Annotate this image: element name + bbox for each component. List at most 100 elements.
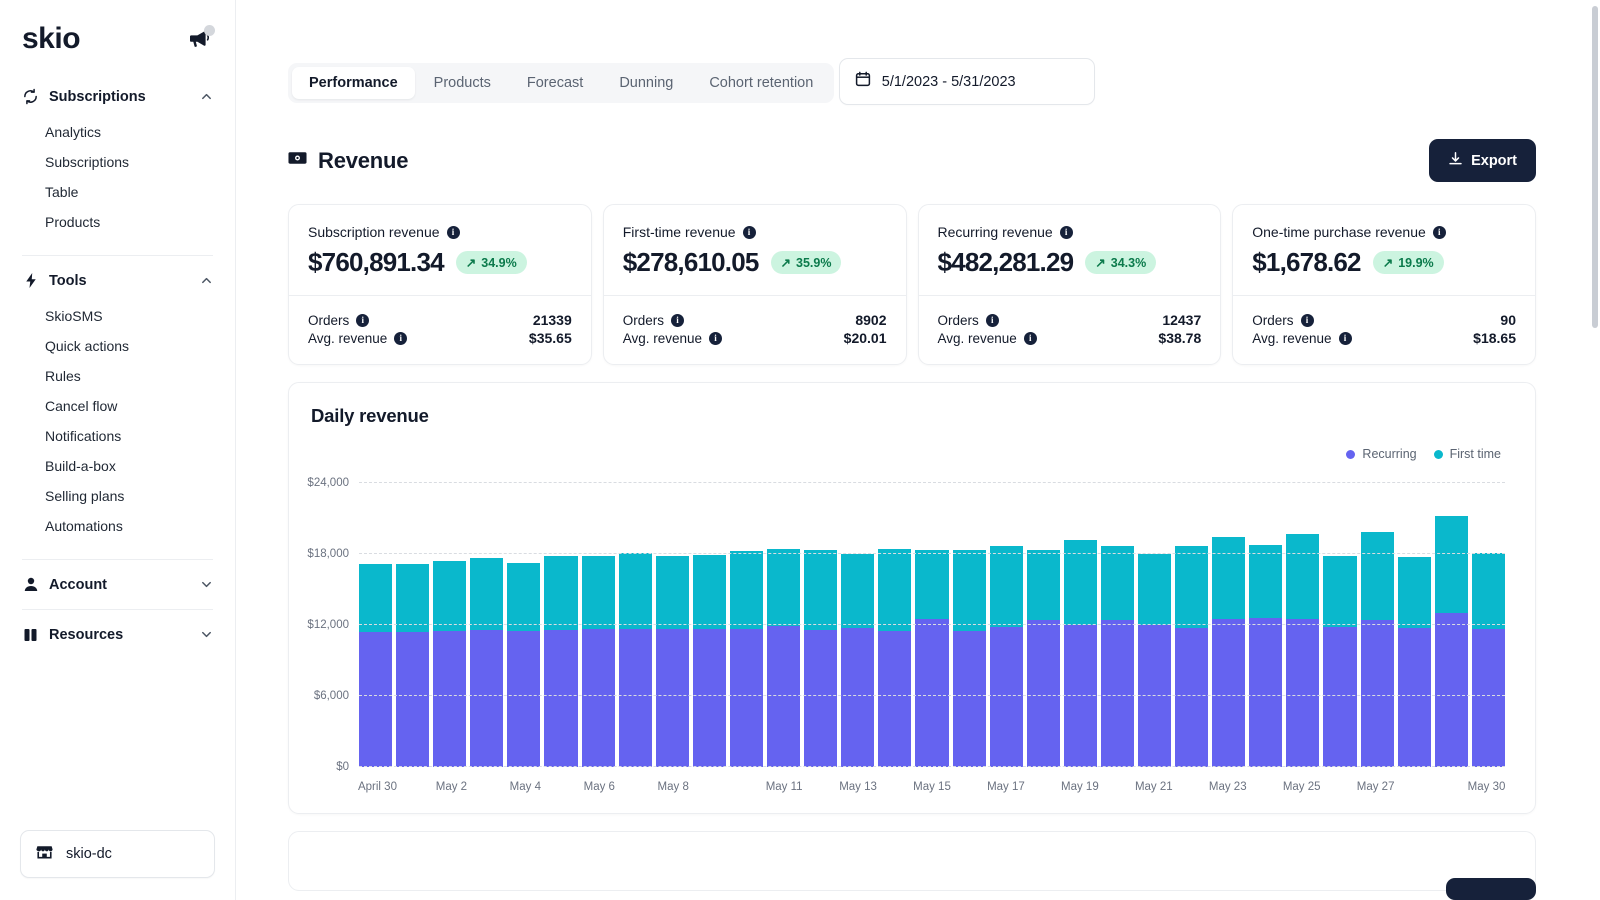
chart-bar[interactable] xyxy=(1323,483,1356,767)
card-orders-left: Orders i xyxy=(308,313,369,328)
page-scrollbar[interactable] xyxy=(1589,0,1600,900)
chart-bar[interactable] xyxy=(878,483,911,767)
sidebar-item-products[interactable]: Products xyxy=(18,207,217,237)
chart-bar-segment-first-time xyxy=(1027,550,1060,621)
card-label-row: Subscription revenue i xyxy=(308,224,572,240)
sidebar-item-quick-actions[interactable]: Quick actions xyxy=(18,331,217,361)
chart-bar-segment-recurring xyxy=(841,628,874,767)
sidebar-item-selling-plans[interactable]: Selling plans xyxy=(18,481,217,511)
app-root: skio Subscript xyxy=(0,0,1600,900)
info-icon[interactable]: i xyxy=(1024,332,1037,345)
chart-gridline xyxy=(359,553,1505,554)
legend-item-recurring[interactable]: Recurring xyxy=(1346,447,1416,461)
info-icon[interactable]: i xyxy=(1433,226,1446,239)
chart-x-tick-label: May 6 xyxy=(584,781,615,793)
tab-cohort-retention[interactable]: Cohort retention xyxy=(692,67,830,99)
card-avg-left: Avg. revenue i xyxy=(938,331,1037,346)
sidebar-item-notifications[interactable]: Notifications xyxy=(18,421,217,451)
tab-performance[interactable]: Performance xyxy=(292,67,415,99)
status-badge: ↗ 35.9% xyxy=(771,251,842,274)
chart-bar[interactable] xyxy=(1435,483,1468,767)
sidebar-item-rules[interactable]: Rules xyxy=(18,361,217,391)
chart-bar[interactable] xyxy=(1286,483,1319,767)
sidebar-item-automations[interactable]: Automations xyxy=(18,511,217,541)
tab-forecast[interactable]: Forecast xyxy=(510,67,600,99)
card-value-row: $482,281.29 ↗ 34.3% xyxy=(938,247,1202,278)
chart-bar[interactable] xyxy=(470,483,503,767)
chart-bar[interactable] xyxy=(433,483,466,767)
chart-bar[interactable] xyxy=(730,483,763,767)
tab-dunning[interactable]: Dunning xyxy=(602,67,690,99)
store-selector[interactable]: skio-dc xyxy=(20,830,215,878)
chart-bar[interactable] xyxy=(1101,483,1134,767)
chart-bar[interactable] xyxy=(1138,483,1171,767)
info-icon[interactable]: i xyxy=(356,314,369,327)
sidebar-group-header-tools[interactable]: Tools xyxy=(18,264,217,297)
sidebar-group-subscriptions: Subscriptions Analytics Subscriptions Ta… xyxy=(0,80,235,247)
page-scrollbar-thumb[interactable] xyxy=(1592,6,1598,328)
chart-bar[interactable] xyxy=(990,483,1023,767)
chart-bar[interactable] xyxy=(915,483,948,767)
chart-bar[interactable] xyxy=(359,483,392,767)
sidebar-item-table[interactable]: Table xyxy=(18,177,217,207)
chart-bar[interactable] xyxy=(1027,483,1060,767)
chart-bar[interactable] xyxy=(767,483,800,767)
chart-bar[interactable] xyxy=(1361,483,1394,767)
export-button[interactable]: Export xyxy=(1429,139,1536,182)
sidebar-item-analytics[interactable]: Analytics xyxy=(18,117,217,147)
sidebar-group-header-resources[interactable]: Resources xyxy=(18,618,217,651)
legend-item-first-time[interactable]: First time xyxy=(1434,447,1501,461)
megaphone-icon[interactable] xyxy=(187,28,213,50)
chart-bar[interactable] xyxy=(1064,483,1097,767)
chart-bar[interactable] xyxy=(544,483,577,767)
sidebar-group-label: Subscriptions xyxy=(49,89,190,105)
sidebar-item-build-a-box[interactable]: Build-a-box xyxy=(18,451,217,481)
card-label: Recurring revenue xyxy=(938,224,1053,240)
sidebar-item-cancel-flow[interactable]: Cancel flow xyxy=(18,391,217,421)
info-icon[interactable]: i xyxy=(709,332,722,345)
card-orders-value: 12437 xyxy=(1162,312,1201,328)
chart-bar[interactable] xyxy=(507,483,540,767)
brand-logo[interactable]: skio xyxy=(22,24,80,54)
chart-bar[interactable] xyxy=(1472,483,1505,767)
card-bottom: Orders i 90 Avg. revenue i $18.65 xyxy=(1233,295,1535,364)
info-icon[interactable]: i xyxy=(1301,314,1314,327)
chart-bar[interactable] xyxy=(953,483,986,767)
chart-x-tick-label: May 23 xyxy=(1209,781,1247,793)
chart-bar[interactable] xyxy=(693,483,726,767)
info-icon[interactable]: i xyxy=(1060,226,1073,239)
chart-bar[interactable] xyxy=(1175,483,1208,767)
chart-bar[interactable] xyxy=(619,483,652,767)
info-icon[interactable]: i xyxy=(1339,332,1352,345)
date-range-picker[interactable]: 5/1/2023 - 5/31/2023 xyxy=(839,58,1095,105)
chart-bar-segment-recurring xyxy=(1286,619,1319,767)
chart-bar[interactable] xyxy=(656,483,689,767)
chart-bar[interactable] xyxy=(1212,483,1245,767)
chart-bar-segment-first-time xyxy=(396,564,429,632)
info-icon[interactable]: i xyxy=(986,314,999,327)
sidebar-group-header-account[interactable]: Account xyxy=(18,568,217,601)
card-label-row: Recurring revenue i xyxy=(938,224,1202,240)
sidebar-group-header-subscriptions[interactable]: Subscriptions xyxy=(18,80,217,113)
sidebar-item-subscriptions[interactable]: Subscriptions xyxy=(18,147,217,177)
chart-bar[interactable] xyxy=(1398,483,1431,767)
date-range-value: 5/1/2023 - 5/31/2023 xyxy=(882,74,1016,90)
card-value: $760,891.34 xyxy=(308,247,444,278)
sidebar-item-skiosms[interactable]: SkioSMS xyxy=(18,301,217,331)
store-selector-wrap: skio-dc xyxy=(0,830,235,900)
chart-bar[interactable] xyxy=(1249,483,1282,767)
chart-bar[interactable] xyxy=(841,483,874,767)
info-icon[interactable]: i xyxy=(743,226,756,239)
chart-bar-segment-first-time xyxy=(804,550,837,631)
chart-bar[interactable] xyxy=(396,483,429,767)
tab-products[interactable]: Products xyxy=(417,67,508,99)
delta-value: 35.9% xyxy=(796,256,831,270)
info-icon[interactable]: i xyxy=(447,226,460,239)
chart-bar[interactable] xyxy=(804,483,837,767)
info-icon[interactable]: i xyxy=(671,314,684,327)
next-section-button-peek[interactable] xyxy=(1446,878,1536,900)
info-icon[interactable]: i xyxy=(394,332,407,345)
card-orders-label: Orders xyxy=(938,313,979,328)
status-badge: ↗ 19.9% xyxy=(1373,251,1444,274)
chart-bar[interactable] xyxy=(582,483,615,767)
